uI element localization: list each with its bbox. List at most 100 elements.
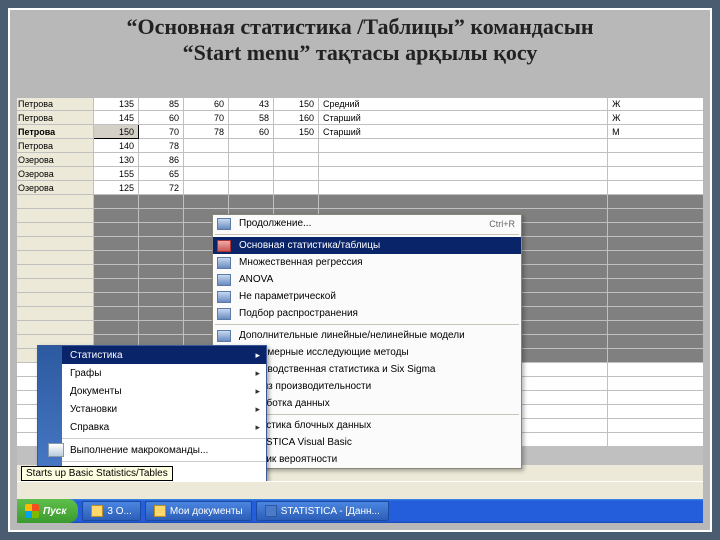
data-cell[interactable] xyxy=(608,391,703,405)
data-cell[interactable]: 70 xyxy=(139,125,184,139)
data-cell[interactable]: 125 xyxy=(94,181,139,195)
data-cell[interactable] xyxy=(17,195,94,209)
start-menu-macro[interactable]: Выполнение макрокоманды... xyxy=(62,441,266,459)
table-row[interactable]: Петрова135856043150СреднийЖ xyxy=(17,98,703,111)
data-cell[interactable] xyxy=(608,139,703,153)
row-header-cell[interactable]: Озерова xyxy=(17,167,94,181)
data-cell[interactable] xyxy=(608,195,703,209)
application-start-menu[interactable]: Статистика▸Графы▸Документы▸Установки▸Спр… xyxy=(37,345,267,483)
data-cell[interactable] xyxy=(274,181,319,195)
data-cell[interactable] xyxy=(139,223,184,237)
start-menu-item[interactable]: Справка▸ xyxy=(62,418,266,436)
data-cell[interactable] xyxy=(139,321,184,335)
data-cell[interactable] xyxy=(17,321,94,335)
start-menu-item[interactable]: Статистика▸ xyxy=(62,346,266,364)
table-row[interactable] xyxy=(17,195,703,209)
data-cell[interactable] xyxy=(608,181,703,195)
data-cell[interactable] xyxy=(94,293,139,307)
data-cell[interactable] xyxy=(319,181,608,195)
data-cell[interactable] xyxy=(139,195,184,209)
data-cell[interactable] xyxy=(229,195,274,209)
menu-item[interactable]: Основная статистика/таблицы xyxy=(213,237,521,254)
data-cell[interactable]: М xyxy=(608,125,703,139)
start-menu-item[interactable]: Установки▸ xyxy=(62,400,266,418)
data-cell[interactable] xyxy=(608,307,703,321)
data-cell[interactable]: 150 xyxy=(274,98,319,111)
data-cell[interactable]: 155 xyxy=(94,167,139,181)
data-cell[interactable]: 85 xyxy=(139,98,184,111)
data-cell[interactable] xyxy=(274,139,319,153)
data-cell[interactable] xyxy=(139,293,184,307)
data-cell[interactable] xyxy=(139,209,184,223)
data-cell[interactable] xyxy=(319,139,608,153)
data-cell[interactable] xyxy=(94,307,139,321)
data-cell[interactable] xyxy=(94,321,139,335)
row-header-cell[interactable]: Петрова xyxy=(17,125,94,139)
data-cell[interactable] xyxy=(319,153,608,167)
taskbar-button[interactable]: Мои документы xyxy=(145,501,252,521)
data-cell[interactable] xyxy=(608,349,703,363)
data-cell[interactable] xyxy=(229,153,274,167)
menu-item[interactable]: Не параметрической xyxy=(213,288,521,305)
menu-item[interactable]: Подбор распространения xyxy=(213,305,521,322)
data-cell[interactable]: 65 xyxy=(139,167,184,181)
windows-taskbar[interactable]: Пуск 3 O... Мои документы STATISTICA - [… xyxy=(17,499,703,523)
data-cell[interactable]: Старший xyxy=(319,111,608,125)
data-cell[interactable] xyxy=(94,223,139,237)
data-cell[interactable] xyxy=(94,265,139,279)
data-cell[interactable] xyxy=(608,153,703,167)
data-cell[interactable]: 130 xyxy=(94,153,139,167)
row-header-cell[interactable]: Петрова xyxy=(17,111,94,125)
data-cell[interactable] xyxy=(94,279,139,293)
taskbar-button-statistica[interactable]: STATISTICA - [Данн... xyxy=(256,501,389,521)
data-cell[interactable]: 70 xyxy=(184,111,229,125)
data-cell[interactable]: Средний xyxy=(319,98,608,111)
data-cell[interactable]: Ж xyxy=(608,111,703,125)
menu-item[interactable]: Дополнительные линейные/нелинейные модел… xyxy=(213,327,521,344)
data-cell[interactable] xyxy=(17,237,94,251)
data-cell[interactable] xyxy=(608,209,703,223)
menu-item[interactable]: ANOVA xyxy=(213,271,521,288)
row-header-cell[interactable]: Озерова xyxy=(17,181,94,195)
data-cell[interactable] xyxy=(94,237,139,251)
data-cell[interactable] xyxy=(17,279,94,293)
table-row[interactable]: Озерова15565 xyxy=(17,167,703,181)
data-cell[interactable] xyxy=(17,223,94,237)
data-cell[interactable]: 160 xyxy=(274,111,319,125)
data-cell[interactable] xyxy=(608,167,703,181)
data-cell[interactable]: 43 xyxy=(229,98,274,111)
row-header-cell[interactable]: Петрова xyxy=(17,98,94,111)
data-cell[interactable] xyxy=(608,237,703,251)
data-cell[interactable]: 72 xyxy=(139,181,184,195)
data-cell[interactable]: 150 xyxy=(94,125,139,139)
data-cell[interactable]: 86 xyxy=(139,153,184,167)
data-cell[interactable]: 140 xyxy=(94,139,139,153)
data-cell[interactable]: 60 xyxy=(229,125,274,139)
table-row[interactable]: Петрова145607058160СтаршийЖ xyxy=(17,111,703,125)
data-cell[interactable] xyxy=(17,293,94,307)
start-button[interactable]: Пуск xyxy=(17,499,78,523)
table-row[interactable]: Петрова150707860150СтаршийМ xyxy=(17,125,703,139)
table-row[interactable]: Озерова12572 xyxy=(17,181,703,195)
taskbar-button[interactable]: 3 O... xyxy=(82,501,140,521)
data-cell[interactable] xyxy=(184,153,229,167)
data-cell[interactable]: Ж xyxy=(608,98,703,111)
menu-item-continue[interactable]: Продолжение... Ctrl+R xyxy=(213,215,521,232)
data-cell[interactable] xyxy=(17,265,94,279)
data-cell[interactable] xyxy=(274,167,319,181)
data-cell[interactable] xyxy=(139,251,184,265)
data-cell[interactable] xyxy=(608,293,703,307)
data-cell[interactable] xyxy=(94,209,139,223)
data-cell[interactable] xyxy=(229,139,274,153)
data-cell[interactable] xyxy=(608,405,703,419)
data-cell[interactable] xyxy=(17,307,94,321)
row-header-cell[interactable]: Озерова xyxy=(17,153,94,167)
data-cell[interactable] xyxy=(608,433,703,447)
data-cell[interactable]: 135 xyxy=(94,98,139,111)
data-cell[interactable] xyxy=(608,419,703,433)
start-menu-item[interactable]: Документы▸ xyxy=(62,382,266,400)
data-cell[interactable]: 78 xyxy=(139,139,184,153)
data-cell[interactable]: 60 xyxy=(139,111,184,125)
data-cell[interactable]: 145 xyxy=(94,111,139,125)
start-menu-item[interactable]: Графы▸ xyxy=(62,364,266,382)
